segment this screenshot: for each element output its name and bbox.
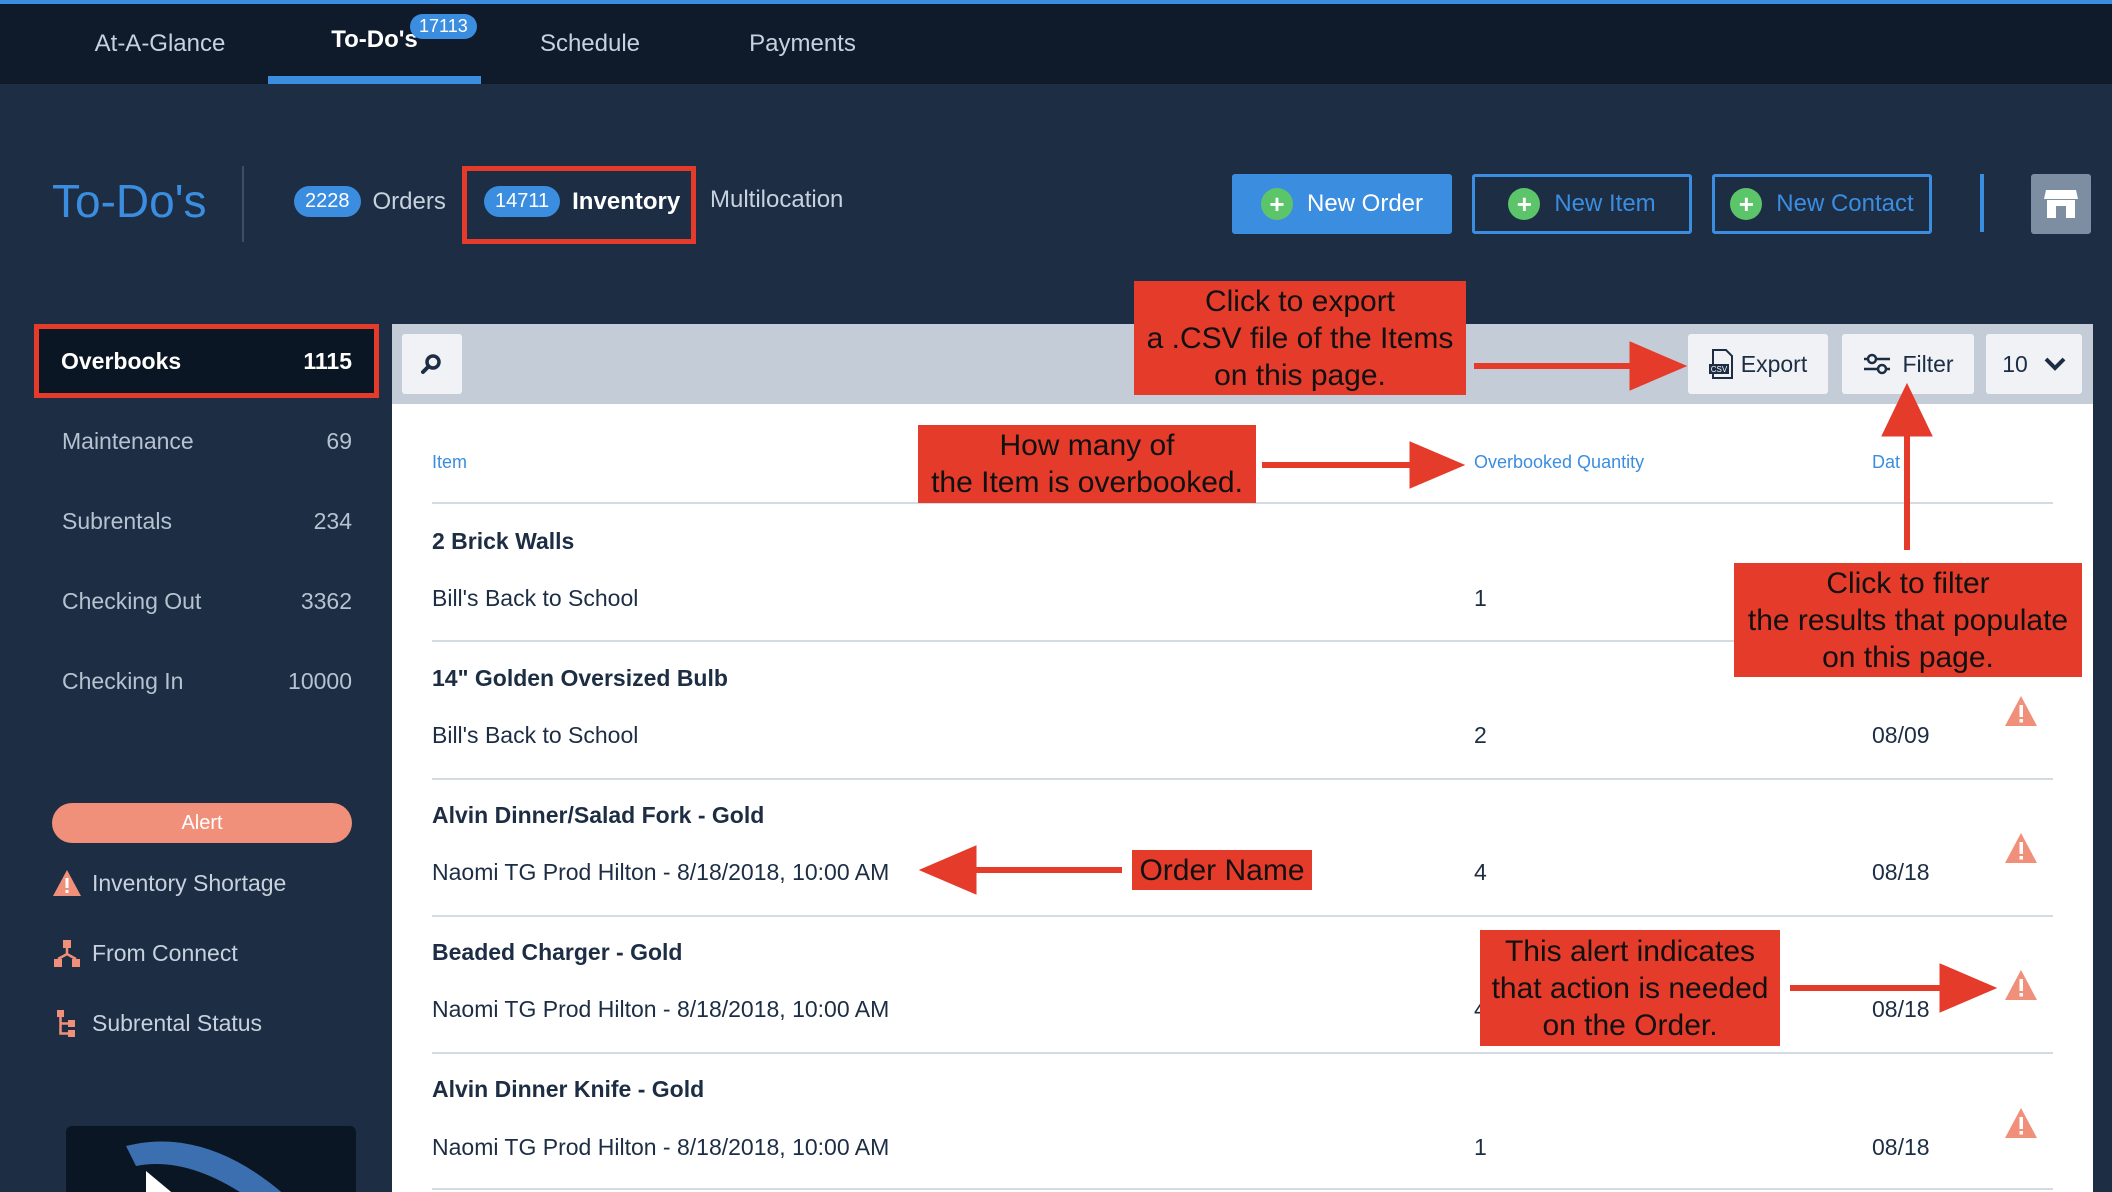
annotation-arrows (918, 341, 1998, 1013)
